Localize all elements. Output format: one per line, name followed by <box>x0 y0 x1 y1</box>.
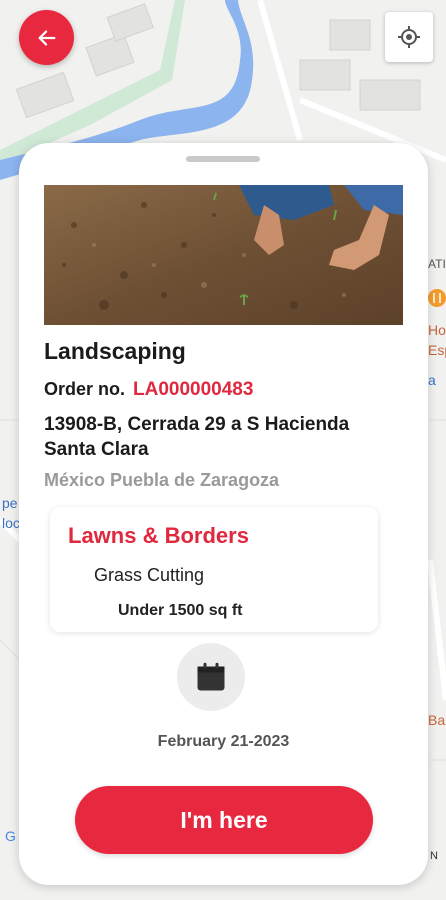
crosshair-icon <box>398 26 420 48</box>
map-label: N <box>430 850 438 862</box>
service-category: Lawns & Borders <box>68 523 249 548</box>
order-label: Order no. <box>44 379 126 399</box>
job-detail-sheet: Landscaping Order no. LA000000483 13908-B… <box>19 143 428 885</box>
map-label: loc <box>2 515 20 531</box>
back-button[interactable] <box>19 10 74 65</box>
job-city: México Puebla de Zaragoza <box>44 470 280 490</box>
service-card: Lawns & Borders Grass Cutting Under 1500… <box>50 507 378 632</box>
order-number-row: Order no. LA000000483 <box>44 379 253 401</box>
scheduled-date: February 21-2023 <box>157 733 290 750</box>
service-name: Grass Cutting <box>94 565 205 585</box>
my-location-button[interactable] <box>385 12 433 62</box>
im-here-button[interactable]: I'm here <box>75 786 373 854</box>
service-size: Under 1500 sq ft <box>118 602 243 619</box>
arrow-left-icon <box>38 29 55 46</box>
job-photo <box>44 185 403 325</box>
order-number[interactable]: LA000000483 <box>133 379 253 400</box>
job-address: 13908-B, Cerrada 29 a S Hacienda Santa C… <box>44 414 350 460</box>
map-label: Esp <box>428 342 446 358</box>
calendar-badge <box>177 643 245 711</box>
job-title: Landscaping <box>44 338 186 364</box>
map-label: ATI <box>428 257 446 271</box>
drag-handle[interactable] <box>186 156 260 162</box>
map-label: a <box>428 372 436 388</box>
map-label: pe <box>2 495 18 511</box>
soil-planting-image <box>44 185 403 325</box>
map-label: G <box>5 828 16 844</box>
calendar-icon <box>197 662 225 691</box>
map-label: Ho <box>428 322 446 338</box>
map-label: Ba <box>428 712 446 728</box>
